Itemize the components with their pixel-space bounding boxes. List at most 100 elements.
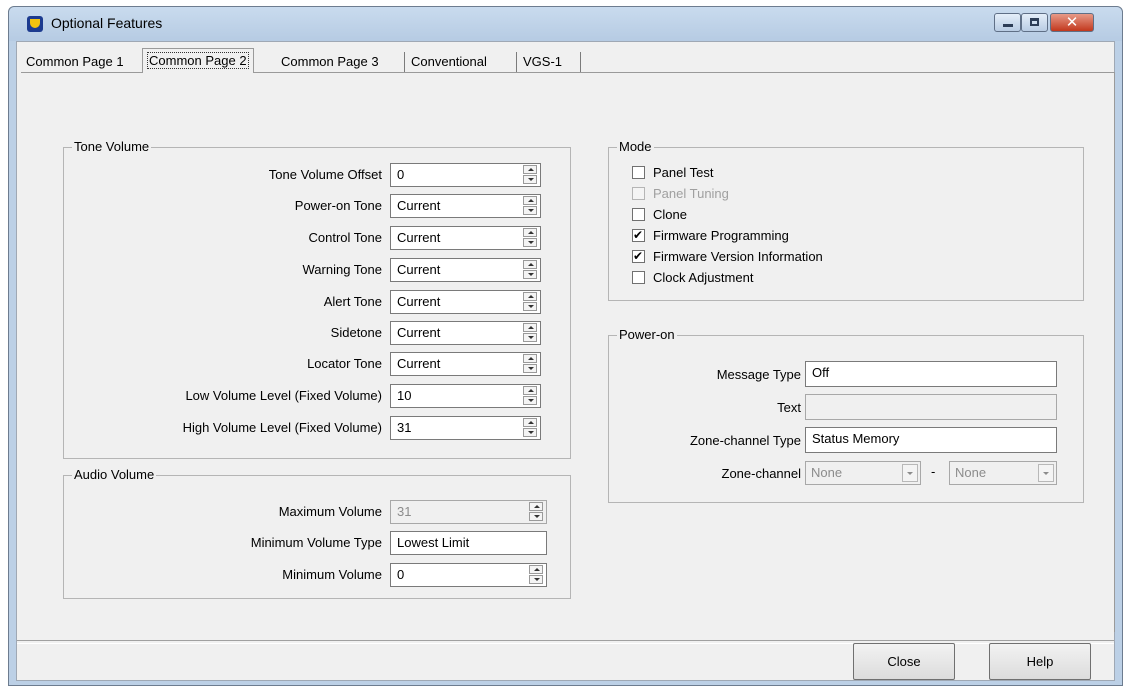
minimum-volume-label: Minimum Volume — [282, 567, 382, 582]
audio-volume-group: Audio Volume Maximum Volume 31 Minimum V… — [63, 467, 571, 599]
checkbox-box[interactable] — [632, 166, 645, 179]
group-legend: Mode — [617, 139, 654, 154]
sidetone-spinner[interactable]: Current — [390, 321, 541, 345]
spinner-arrows[interactable] — [523, 418, 537, 438]
spinner-arrows[interactable] — [523, 260, 537, 280]
spin-up-icon[interactable] — [523, 386, 537, 395]
spinner-arrows[interactable] — [523, 165, 537, 185]
checkbox-box[interactable] — [632, 208, 645, 221]
control-tone-spinner[interactable]: Current — [390, 226, 541, 250]
field-value: Status Memory — [812, 431, 900, 446]
tab-vgs-1[interactable]: VGS-1 — [518, 51, 567, 73]
tab-common-page-3[interactable]: Common Page 3 — [276, 51, 384, 73]
spin-down-icon[interactable] — [523, 333, 537, 342]
help-button[interactable]: Help — [989, 643, 1091, 680]
field-value: Lowest Limit — [397, 535, 470, 550]
spin-up-icon[interactable] — [523, 196, 537, 205]
spin-down-icon[interactable] — [523, 238, 537, 247]
tab-label: Common Page 2 — [147, 52, 249, 69]
spin-down-icon[interactable] — [523, 175, 537, 184]
power-on-group: Power-on Message Type Off Text Zone-chan… — [608, 327, 1084, 503]
checkbox-box[interactable] — [632, 226, 645, 244]
message-type-field[interactable]: Off — [805, 361, 1057, 387]
zone-channel-label: Zone-channel — [721, 466, 802, 481]
high-volume-level-spinner[interactable]: 31 — [390, 416, 541, 440]
spin-down-icon[interactable] — [523, 396, 537, 405]
spin-up-icon[interactable] — [529, 565, 543, 574]
zone-select: None — [805, 461, 921, 485]
spin-up-icon[interactable] — [523, 418, 537, 427]
field-value: 31 — [397, 504, 412, 519]
close-icon: ✕ — [1065, 13, 1079, 31]
field-value: Current — [397, 294, 441, 309]
tab-separator — [516, 52, 517, 72]
spinner-arrows — [529, 502, 543, 522]
spinner-arrows[interactable] — [523, 196, 537, 216]
spin-down-icon — [529, 512, 543, 521]
message-type-label: Message Type — [716, 367, 801, 382]
tab-label: VGS-1 — [523, 54, 563, 69]
field-value: Current — [397, 356, 441, 371]
checkbox-label: Clone — [653, 207, 687, 222]
warning-tone-spinner[interactable]: Current — [390, 258, 541, 282]
minimum-volume-type-field[interactable]: Lowest Limit — [390, 531, 547, 555]
close-window-button[interactable]: ✕ — [1050, 13, 1094, 32]
low-volume-level-label: Low Volume Level (Fixed Volume) — [185, 388, 382, 403]
spin-up-icon[interactable] — [523, 228, 537, 237]
checkbox-label: Firmware Programming — [653, 228, 789, 243]
text-field — [805, 394, 1057, 420]
tone-volume-group: Tone Volume Tone Volume Offset 0 Power-o… — [63, 139, 571, 459]
maximum-volume-spinner: 31 — [390, 500, 547, 524]
close-button[interactable]: Close — [853, 643, 955, 680]
spin-up-icon[interactable] — [523, 292, 537, 301]
spin-up-icon[interactable] — [523, 165, 537, 174]
field-value: Current — [397, 230, 441, 245]
locator-tone-spinner[interactable]: Current — [390, 352, 541, 376]
spinner-arrows[interactable] — [523, 354, 537, 374]
alert-tone-label: Alert Tone — [323, 294, 382, 309]
spinner-arrows[interactable] — [523, 386, 537, 406]
spin-up-icon[interactable] — [523, 323, 537, 332]
window-title: Optional Features — [51, 15, 163, 31]
spin-down-icon[interactable] — [523, 364, 537, 373]
zone-channel-type-field[interactable]: Status Memory — [805, 427, 1057, 453]
tab-common-page-1[interactable]: Common Page 1 — [21, 51, 129, 73]
spin-up-icon[interactable] — [523, 260, 537, 269]
spinner-arrows[interactable] — [523, 228, 537, 248]
field-value: Current — [397, 198, 441, 213]
high-volume-level-label: High Volume Level (Fixed Volume) — [182, 420, 382, 435]
tone-volume-offset-label: Tone Volume Offset — [268, 167, 382, 182]
spin-down-icon[interactable] — [523, 270, 537, 279]
alert-tone-spinner[interactable]: Current — [390, 290, 541, 314]
tab-conventional[interactable]: Conventional — [406, 51, 492, 73]
maximize-icon — [1030, 18, 1039, 26]
warning-tone-label: Warning Tone — [302, 262, 383, 277]
tab-common-page-2[interactable]: Common Page 2 — [142, 48, 254, 73]
text-label: Text — [777, 400, 801, 415]
spin-down-icon[interactable] — [523, 206, 537, 215]
spin-down-icon[interactable] — [529, 575, 543, 584]
maximize-button[interactable] — [1021, 13, 1048, 32]
minimize-button[interactable] — [994, 13, 1021, 32]
spin-up-icon[interactable] — [523, 354, 537, 363]
field-value: 0 — [397, 567, 405, 582]
tab-label: Common Page 1 — [26, 54, 124, 69]
title-bar: Optional Features ✕ — [9, 7, 1122, 41]
tab-separator — [404, 52, 405, 72]
spinner-arrows[interactable] — [529, 565, 543, 585]
checkbox-label: Panel Test — [653, 165, 714, 180]
power-on-tone-spinner[interactable]: Current — [390, 194, 541, 218]
spin-down-icon[interactable] — [523, 428, 537, 437]
group-legend: Tone Volume — [72, 139, 152, 154]
checkbox-box[interactable] — [632, 271, 645, 284]
low-volume-level-spinner[interactable]: 10 — [390, 384, 541, 408]
locator-tone-label: Locator Tone — [307, 356, 382, 371]
spin-down-icon[interactable] — [523, 302, 537, 311]
checkbox-box[interactable] — [632, 247, 645, 265]
spin-up-icon — [529, 502, 543, 511]
tone-volume-offset-spinner[interactable]: 0 — [390, 163, 541, 187]
minimum-volume-spinner[interactable]: 0 — [390, 563, 547, 587]
mode-group: Mode Panel Test Panel Tuning Clone Firmw… — [608, 139, 1084, 301]
spinner-arrows[interactable] — [523, 292, 537, 312]
spinner-arrows[interactable] — [523, 323, 537, 343]
